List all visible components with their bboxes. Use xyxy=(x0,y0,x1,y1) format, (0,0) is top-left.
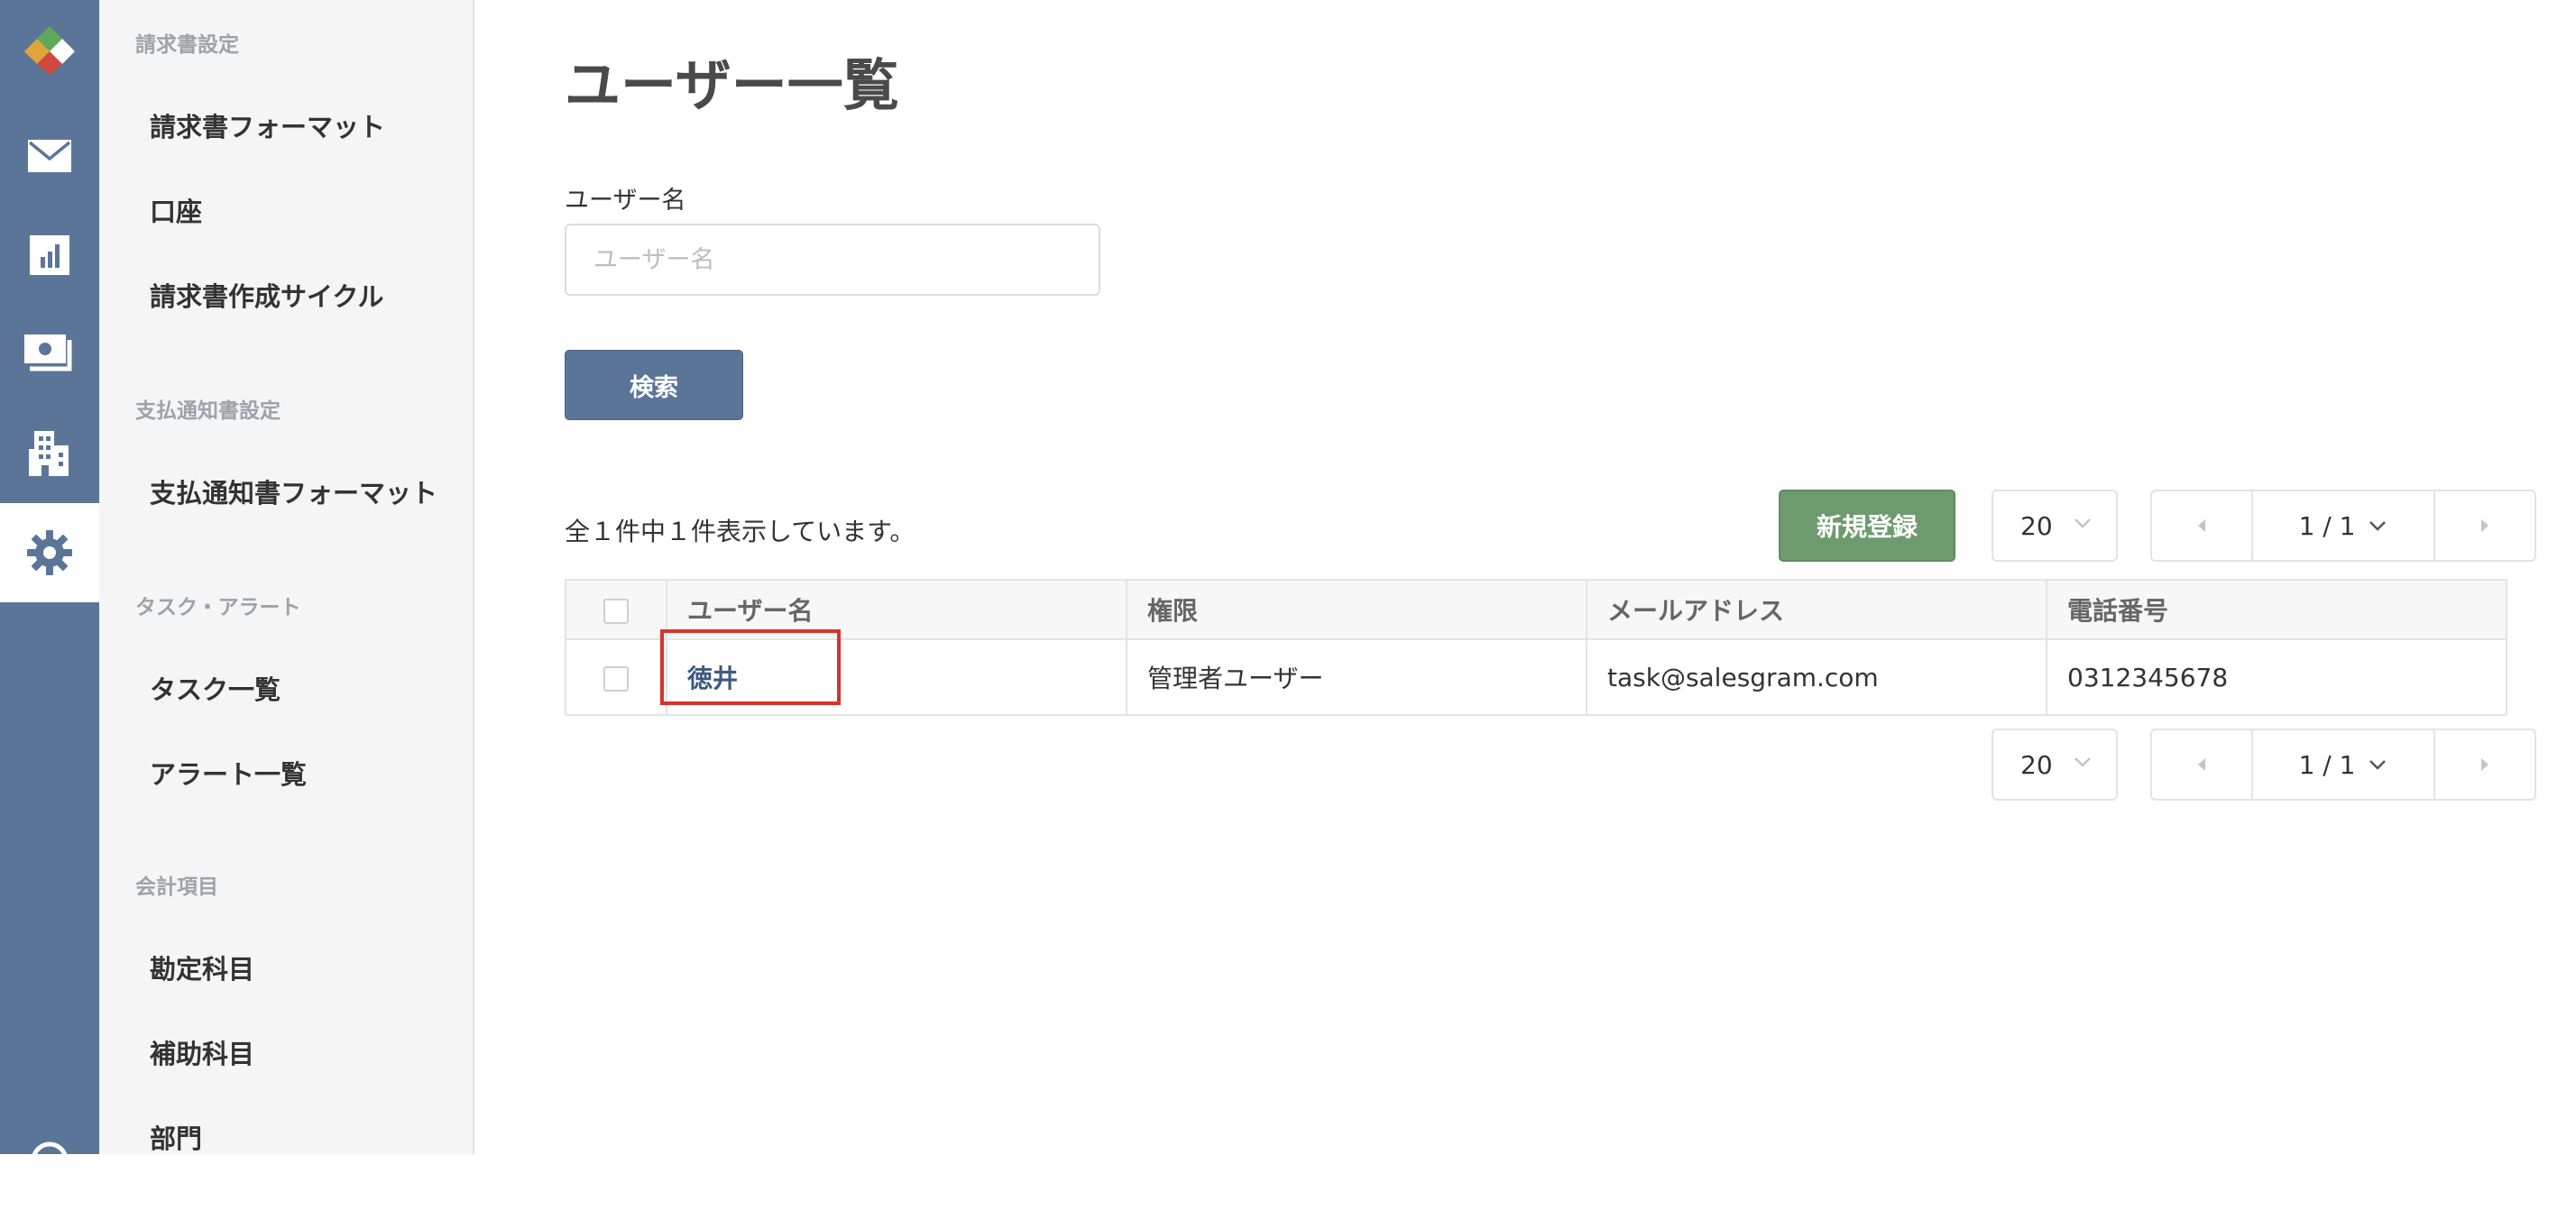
phone-cell: 0312345678 xyxy=(2046,638,2507,716)
pagination-bottom: 1 / 1 xyxy=(2150,729,2536,801)
mail-icon[interactable] xyxy=(0,106,99,206)
column-header-email[interactable]: メールアドレス xyxy=(1586,579,2047,640)
help-icon[interactable] xyxy=(0,1111,99,1210)
new-registration-button[interactable]: 新規登録 xyxy=(1779,490,1955,562)
subnav-item-account-titles[interactable]: 勘定科目 xyxy=(150,949,254,986)
page-size-select[interactable]: 20 xyxy=(1992,490,2118,562)
chevron-down-icon xyxy=(2369,760,2387,770)
chevron-down-icon xyxy=(2075,757,2091,767)
role-cell: 管理者ユーザー xyxy=(1126,638,1587,716)
bar-chart-icon[interactable] xyxy=(0,206,99,305)
username-link[interactable]: 徳井 xyxy=(660,629,841,705)
next-page-button[interactable] xyxy=(2435,491,2535,560)
username-field-label: ユーザー名 xyxy=(565,187,686,215)
main-content: ユーザー一覧 ユーザー名 検索 全１件中１件表示しています。 新規登録 20 1… xyxy=(474,0,2576,1154)
subnav-item-alert-list[interactable]: アラート一覧 xyxy=(150,754,307,792)
chevron-down-icon xyxy=(2075,518,2091,528)
subnav-item-task-list[interactable]: タスク一覧 xyxy=(150,669,281,707)
page-indicator: 1 / 1 xyxy=(2298,749,2356,780)
username-search-input[interactable] xyxy=(565,224,1100,296)
table-row: 徳井 管理者ユーザー task@salesgram.com 0312345678 xyxy=(565,629,2507,716)
icon-rail xyxy=(0,0,99,1179)
page-select[interactable]: 1 / 1 xyxy=(2251,730,2435,799)
caret-left-icon xyxy=(2198,519,2205,532)
column-header-phone[interactable]: 電話番号 xyxy=(2046,579,2507,640)
section-header-accounting-items: 会計項目 xyxy=(135,875,218,899)
prev-page-button[interactable] xyxy=(2152,491,2251,560)
subnav-item-departments[interactable]: 部門 xyxy=(150,1118,202,1156)
email-cell: task@salesgram.com xyxy=(1586,638,2047,716)
invoice-icon[interactable] xyxy=(0,305,99,404)
select-all-cell xyxy=(565,579,667,640)
result-summary: 全１件中１件表示しています。 xyxy=(565,517,915,546)
subnav-item-sub-accounts[interactable]: 補助科目 xyxy=(150,1033,254,1071)
subnav-item-account[interactable]: 口座 xyxy=(150,191,202,229)
pagination-top: 1 / 1 xyxy=(2150,490,2536,562)
page-title: ユーザー一覧 xyxy=(565,52,899,118)
section-header-payment-notice-settings: 支払通知書設定 xyxy=(135,399,281,423)
gear-icon[interactable] xyxy=(0,503,99,602)
page-size-select-bottom[interactable]: 20 xyxy=(1992,729,2118,801)
user-table: ユーザー名 権限 メールアドレス 電話番号 徳井 管理者ユーザー task@sa… xyxy=(565,579,2507,716)
highlight-box xyxy=(660,629,841,705)
select-all-checkbox[interactable] xyxy=(603,598,629,624)
app-logo-icon[interactable] xyxy=(0,0,99,99)
column-header-role[interactable]: 権限 xyxy=(1126,579,1587,640)
subnav-item-invoice-format[interactable]: 請求書フォーマット xyxy=(150,106,385,144)
caret-left-icon xyxy=(2198,758,2205,771)
building-icon[interactable] xyxy=(0,404,99,503)
username-cell: 徳井 xyxy=(660,629,1127,716)
row-checkbox[interactable] xyxy=(603,665,629,692)
row-select-cell xyxy=(565,638,667,716)
chevron-down-icon xyxy=(2369,521,2387,531)
section-header-task-alert: タスク・アラート xyxy=(135,596,301,619)
table-header-row: ユーザー名 権限 メールアドレス 電話番号 xyxy=(565,579,2507,640)
page-size-value: 20 xyxy=(2020,510,2053,541)
caret-right-icon xyxy=(2481,758,2489,771)
prev-page-button[interactable] xyxy=(2152,730,2251,799)
caret-right-icon xyxy=(2481,519,2489,532)
page-select[interactable]: 1 / 1 xyxy=(2251,491,2435,560)
subnav-item-invoice-cycle[interactable]: 請求書作成サイクル xyxy=(150,276,384,314)
page-indicator: 1 / 1 xyxy=(2298,510,2356,541)
settings-subnav: 請求書設定 請求書フォーマット 口座 請求書作成サイクル 支払通知書設定 支払通… xyxy=(99,0,474,1154)
search-button[interactable]: 検索 xyxy=(565,350,743,420)
page-size-value: 20 xyxy=(2020,749,2053,780)
subnav-item-payment-notice-format[interactable]: 支払通知書フォーマット xyxy=(150,472,437,510)
next-page-button[interactable] xyxy=(2435,730,2535,799)
section-header-invoice-settings: 請求書設定 xyxy=(135,33,239,57)
